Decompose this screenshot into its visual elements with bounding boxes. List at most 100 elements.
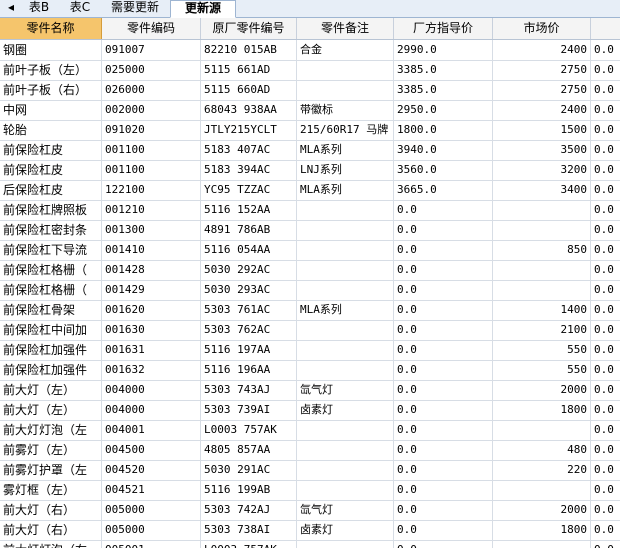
cell-market-price[interactable]: 3500 [493,140,591,160]
cell-part-code[interactable]: 025000 [102,60,201,80]
cell-guide-price[interactable]: 0.0 [394,320,493,340]
cell-extra[interactable]: 0.0 [591,300,620,320]
table-row[interactable]: 前雾灯（左） 004500 4805 857AA 0.0 480 0.0 [0,440,620,461]
cell-extra[interactable]: 0.0 [591,120,620,140]
cell-market-price[interactable] [493,200,591,220]
header-part-name[interactable]: 零件名称 [0,18,102,39]
table-row[interactable]: 前保险杠中间加 001630 5303 762AC 0.0 2100 0.0 [0,320,620,341]
cell-extra[interactable]: 0.0 [591,460,620,480]
table-row[interactable]: 前保险杠加强件 001631 5116 197AA 0.0 550 0.0 [0,340,620,361]
tab-sheet-b[interactable]: 表B [22,0,56,17]
cell-market-price[interactable]: 2750 [493,80,591,100]
cell-part-note[interactable] [297,360,394,380]
cell-guide-price[interactable]: 0.0 [394,380,493,400]
cell-guide-price[interactable]: 0.0 [394,520,493,540]
cell-part-code[interactable]: 001100 [102,160,201,180]
cell-guide-price[interactable]: 0.0 [394,200,493,220]
cell-extra[interactable]: 0.0 [591,520,620,540]
cell-part-name[interactable]: 前保险杠加强件 [0,340,102,360]
table-row[interactable]: 钢圈 091007 82210 015AB 合金 2990.0 2400 0.0 [0,40,620,61]
table-row[interactable]: 前保险杠密封条 001300 4891 786AB 0.0 0.0 [0,220,620,241]
cell-market-price[interactable]: 1500 [493,120,591,140]
cell-market-price[interactable]: 2400 [493,100,591,120]
tab-scroll-left[interactable]: ◂ [2,0,20,17]
cell-oem-number[interactable]: 5116 152AA [201,200,297,220]
cell-guide-price[interactable]: 0.0 [394,280,493,300]
cell-part-name[interactable]: 前叶子板（右） [0,80,102,100]
cell-extra[interactable]: 0.0 [591,80,620,100]
cell-oem-number[interactable]: 5303 762AC [201,320,297,340]
cell-part-note[interactable]: 215/60R17 马牌 [297,120,394,140]
cell-market-price[interactable] [493,280,591,300]
cell-part-name[interactable]: 前大灯灯泡（左 [0,420,102,440]
cell-part-note[interactable] [297,260,394,280]
cell-part-code[interactable]: 005001 [102,540,201,548]
cell-guide-price[interactable]: 0.0 [394,300,493,320]
cell-guide-price[interactable]: 0.0 [394,460,493,480]
cell-extra[interactable]: 0.0 [591,220,620,240]
cell-extra[interactable]: 0.0 [591,340,620,360]
cell-part-name[interactable]: 前大灯（右） [0,500,102,520]
cell-extra[interactable]: 0.0 [591,360,620,380]
table-row[interactable]: 前大灯灯泡（左 004001 L0003 757AK 0.0 0.0 [0,420,620,441]
table-row[interactable]: 前保险杠骨架 001620 5303 761AC MLA系列 0.0 1400 0.0 [0,300,620,321]
cell-oem-number[interactable]: 5303 761AC [201,300,297,320]
cell-part-name[interactable]: 前保险杠皮 [0,160,102,180]
cell-part-name[interactable]: 中网 [0,100,102,120]
tab-update-source[interactable]: 更新源 [170,0,236,18]
cell-part-code[interactable]: 004520 [102,460,201,480]
cell-guide-price[interactable]: 0.0 [394,220,493,240]
cell-part-note[interactable]: MLA系列 [297,180,394,200]
cell-part-code[interactable]: 001428 [102,260,201,280]
header-extra[interactable] [591,18,620,39]
cell-oem-number[interactable]: 82210 015AB [201,40,297,60]
cell-market-price[interactable] [493,480,591,500]
table-row[interactable]: 前保险杠皮 001100 5183 394AC LNJ系列 3560.0 3200 0.0 [0,160,620,181]
table-row[interactable]: 前大灯（右） 005000 5303 742AJ 氙气灯 0.0 2000 0.0 [0,500,620,521]
table-row[interactable]: 前叶子板（右） 026000 5115 660AD 3385.0 2750 0.0 [0,80,620,101]
cell-part-note[interactable] [297,480,394,500]
cell-part-name[interactable]: 前保险杠格栅（ [0,280,102,300]
cell-part-code[interactable]: 001631 [102,340,201,360]
table-row[interactable]: 前大灯灯泡（右005001L0003 757AK 0.0 0.0 [0,540,620,548]
cell-oem-number[interactable]: 5183 407AC [201,140,297,160]
cell-part-note[interactable] [297,80,394,100]
cell-market-price[interactable]: 3400 [493,180,591,200]
tab-sheet-c[interactable]: 表C [62,0,98,17]
header-guide-price[interactable]: 厂方指导价 [394,18,493,39]
tab-needs-update[interactable]: 需要更新 [104,0,166,17]
cell-part-code[interactable]: 001210 [102,200,201,220]
cell-oem-number[interactable]: YC95 TZZAC [201,180,297,200]
cell-guide-price[interactable]: 3385.0 [394,60,493,80]
cell-part-note[interactable]: 合金 [297,40,394,60]
cell-extra[interactable]: 0.0 [591,500,620,520]
cell-part-note[interactable]: 带徽标 [297,100,394,120]
cell-part-code[interactable]: 001620 [102,300,201,320]
cell-part-note[interactable] [297,460,394,480]
cell-guide-price[interactable]: 0.0 [394,500,493,520]
table-row[interactable]: 后保险杠皮 122100 YC95 TZZAC MLA系列 3665.0 3400 0.0 [0,180,620,201]
cell-part-code[interactable]: 004000 [102,400,201,420]
cell-extra[interactable]: 0.0 [591,420,620,440]
cell-part-note[interactable] [297,200,394,220]
cell-part-note[interactable] [297,540,394,548]
cell-part-code[interactable]: 004001 [102,420,201,440]
cell-guide-price[interactable]: 2990.0 [394,40,493,60]
cell-part-name[interactable]: 钢圈 [0,40,102,60]
cell-part-note[interactable] [297,320,394,340]
cell-oem-number[interactable]: JTLY215YCLT [201,120,297,140]
cell-part-name[interactable]: 前保险杠加强件 [0,360,102,380]
cell-extra[interactable]: 0.0 [591,480,620,500]
cell-part-note[interactable]: MLA系列 [297,140,394,160]
cell-part-code[interactable]: 004000 [102,380,201,400]
cell-guide-price[interactable]: 1800.0 [394,120,493,140]
table-row[interactable]: 前保险杠格栅（ 001428 5030 292AC 0.0 0.0 [0,260,620,281]
cell-guide-price[interactable]: 3665.0 [394,180,493,200]
cell-oem-number[interactable]: 5116 054AA [201,240,297,260]
table-row[interactable]: 雾灯框（左） 004521 5116 199AB 0.0 0.0 [0,480,620,501]
cell-market-price[interactable]: 3200 [493,160,591,180]
cell-part-name[interactable]: 前保险杠密封条 [0,220,102,240]
cell-part-name[interactable]: 前保险杠下导流 [0,240,102,260]
cell-extra[interactable]: 0.0 [591,180,620,200]
cell-part-note[interactable] [297,220,394,240]
